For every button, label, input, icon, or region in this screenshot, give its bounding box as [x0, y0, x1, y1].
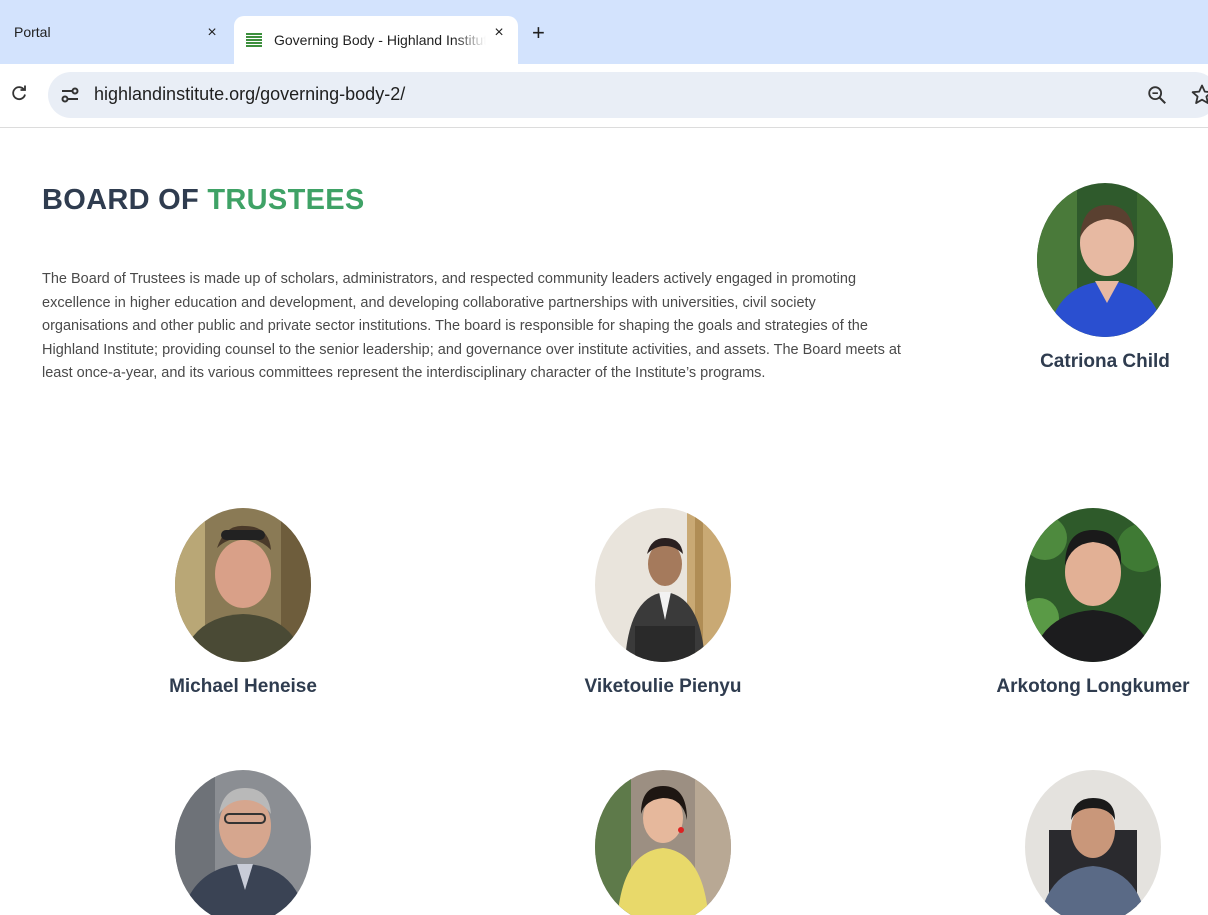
trustee-card	[148, 770, 338, 915]
title-prefix: BOARD OF	[42, 184, 208, 216]
trustee-name: Michael Heneise	[169, 676, 317, 697]
title-accent: TRUSTEES	[207, 184, 365, 216]
trustee-card	[998, 770, 1188, 915]
browser-toolbar: highlandinstitute.org/governing-body-2/	[0, 64, 1208, 128]
document-icon	[246, 32, 262, 48]
reload-icon[interactable]	[10, 84, 28, 102]
address-bar[interactable]: highlandinstitute.org/governing-body-2/	[48, 72, 1208, 118]
trustee-photo	[1025, 508, 1161, 662]
tab-portal[interactable]: Portal ×	[0, 0, 234, 64]
tab-title: Portal	[14, 24, 51, 40]
trustee-photo	[1037, 183, 1173, 337]
tab-strip: Portal × Governing Body - Highland Insti…	[0, 0, 1208, 64]
trustee-photo	[595, 508, 731, 662]
trustee-name: Catriona Child	[1040, 351, 1170, 372]
trustee-name: Arkotong Longkumer	[996, 676, 1190, 697]
site-settings-icon[interactable]	[60, 86, 80, 104]
trustee-card: Catriona Child	[1010, 183, 1200, 373]
close-icon[interactable]: ×	[490, 24, 508, 42]
tab-governing-body[interactable]: Governing Body - Highland Institute ×	[234, 16, 518, 64]
trustee-card: Viketoulie Pienyu	[568, 508, 758, 698]
bookmark-star-icon[interactable]	[1190, 83, 1208, 107]
trustee-photo	[1025, 770, 1161, 915]
trustee-photo	[595, 770, 731, 915]
trustee-photo	[175, 770, 311, 915]
page-title: BOARD OF TRUSTEES	[42, 184, 365, 217]
trustee-card: Arkotong Longkumer	[988, 508, 1198, 698]
trustee-card: Michael Heneise	[148, 508, 338, 698]
url-text[interactable]: highlandinstitute.org/governing-body-2/	[94, 84, 405, 105]
trustee-card	[568, 770, 758, 915]
tab-title: Governing Body - Highland Institute	[274, 32, 486, 48]
trustee-photo	[175, 508, 311, 662]
trustee-name: Viketoulie Pienyu	[584, 676, 742, 697]
intro-paragraph: The Board of Trustees is made up of scho…	[42, 271, 901, 381]
zoom-icon[interactable]	[1146, 84, 1168, 106]
close-icon[interactable]: ×	[203, 24, 221, 42]
new-tab-button[interactable]: +	[532, 22, 545, 44]
